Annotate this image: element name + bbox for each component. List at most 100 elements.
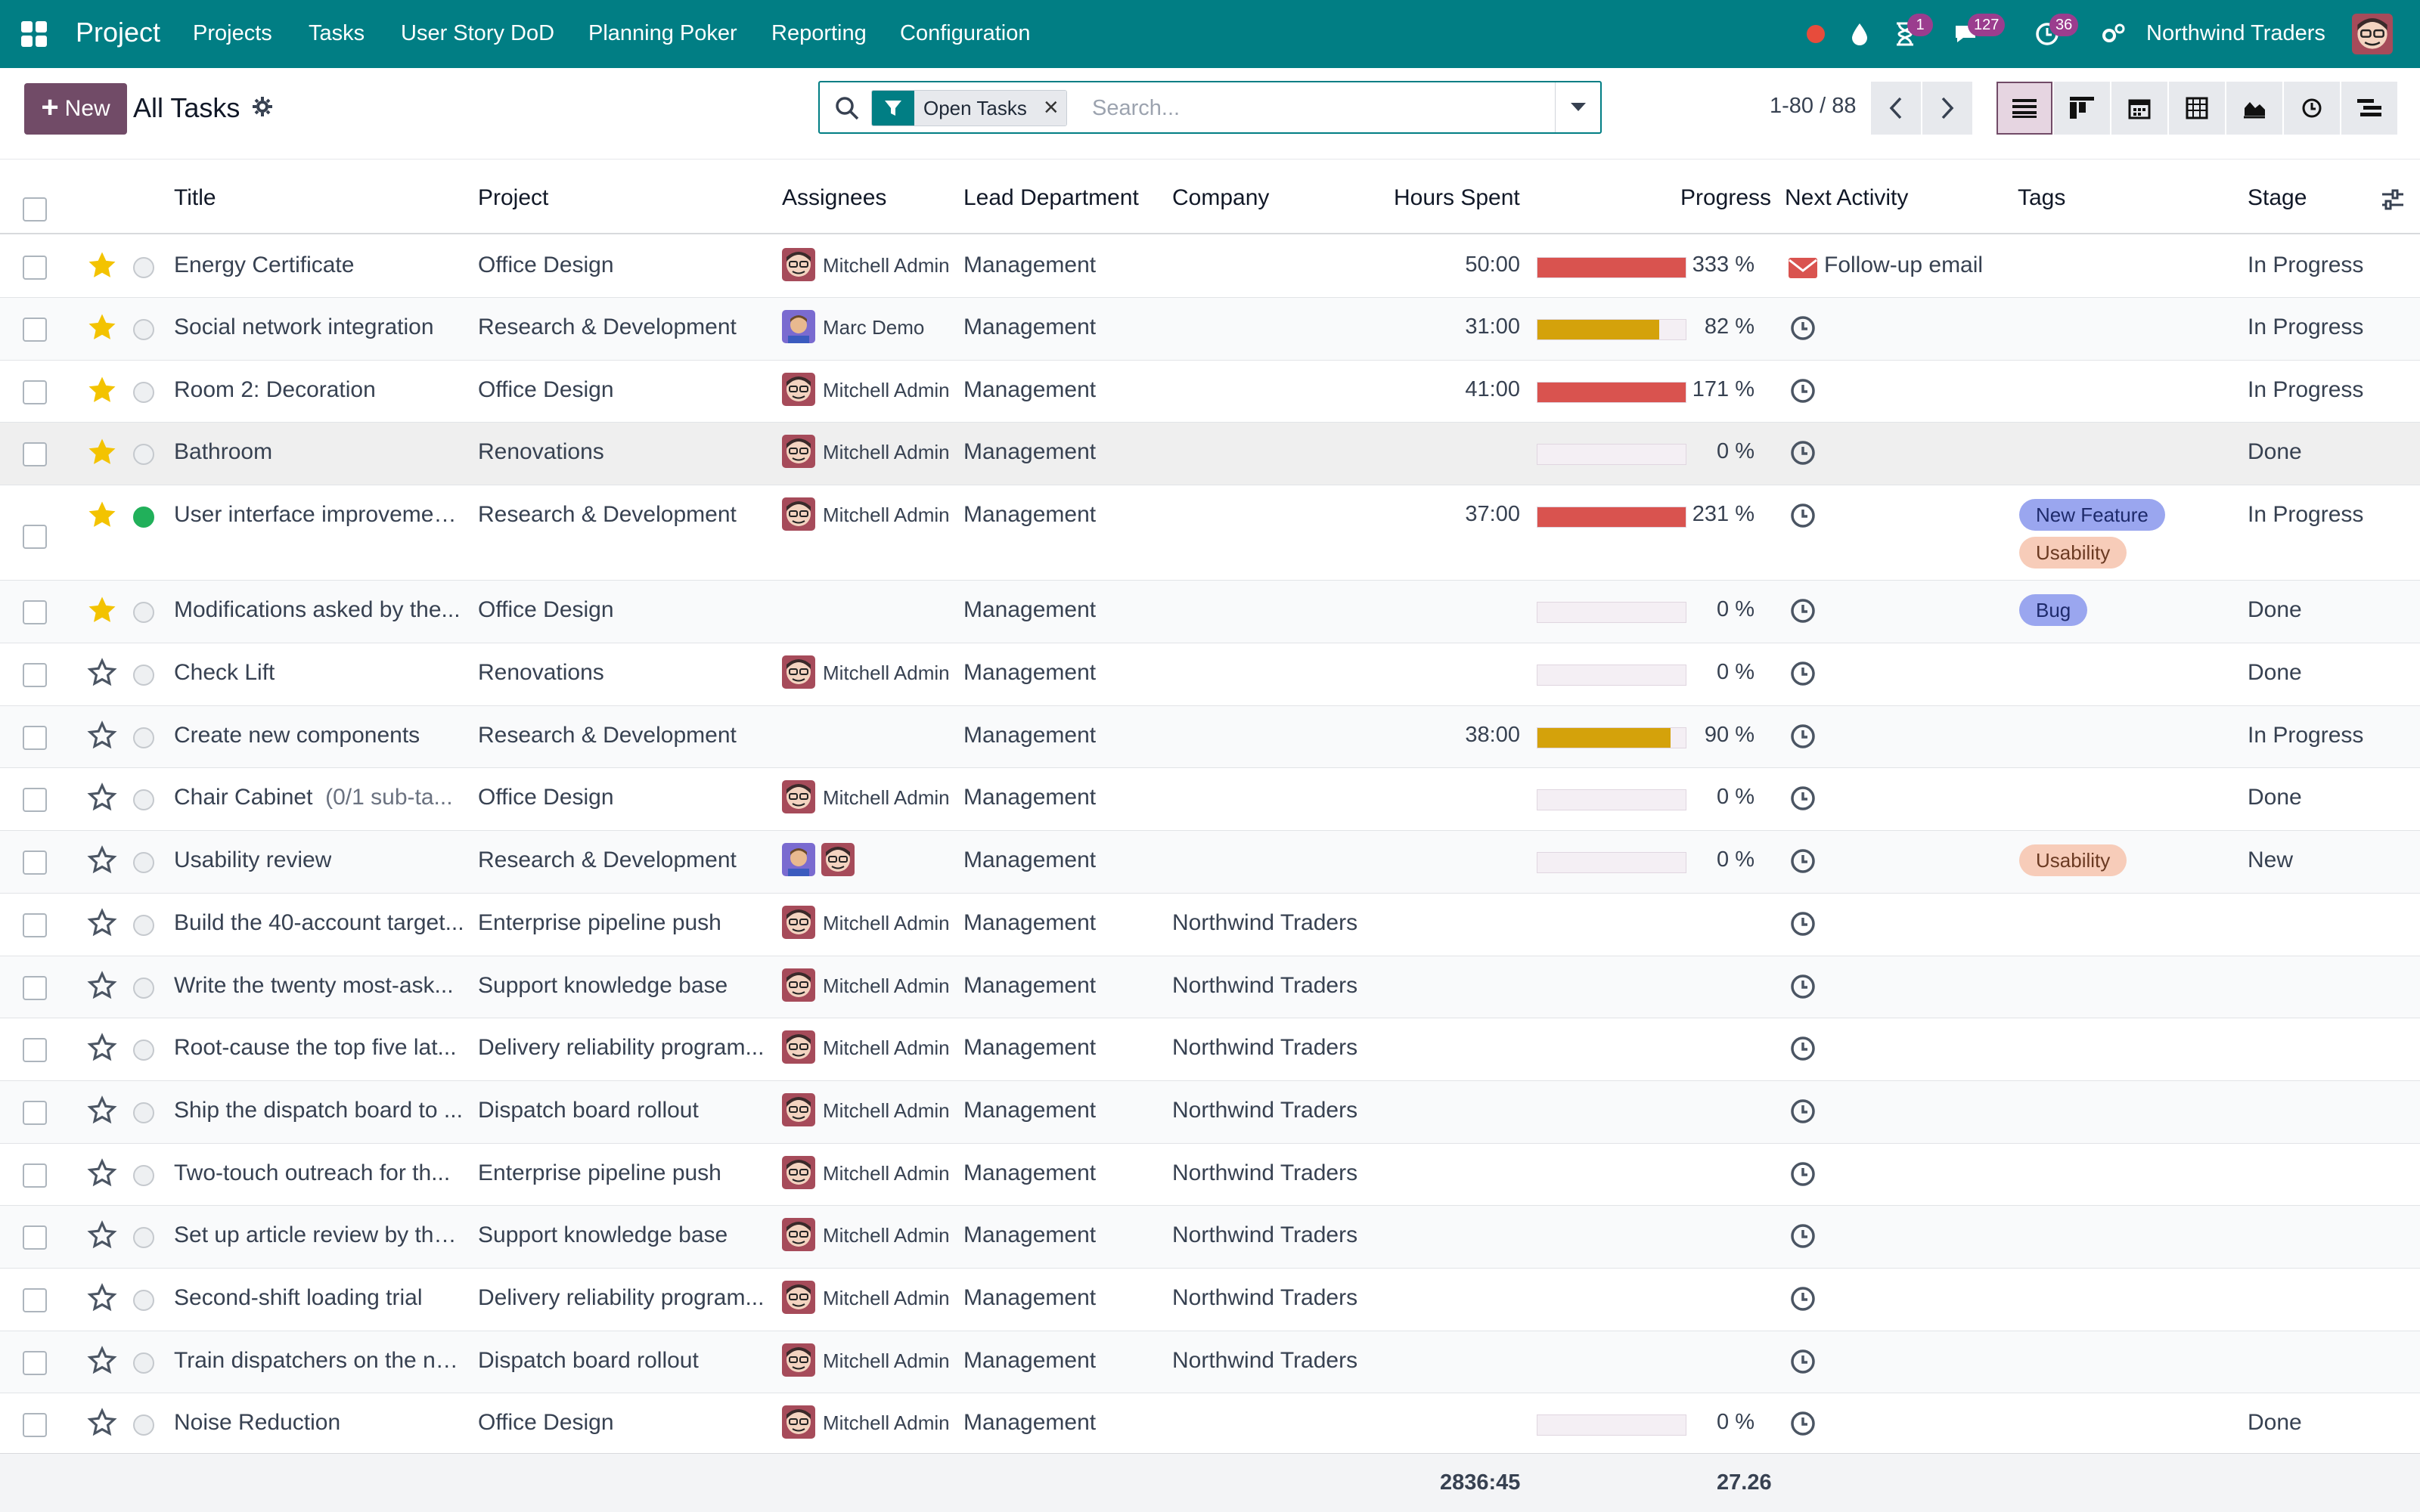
avatar[interactable] xyxy=(782,373,815,406)
task-project[interactable]: Delivery reliability program... xyxy=(478,1285,764,1311)
table-row[interactable]: Social network integration Research & Dev… xyxy=(0,298,2420,361)
task-project[interactable]: Research & Development xyxy=(478,314,737,340)
activity-clock-icon[interactable] xyxy=(1789,785,1817,812)
row-checkbox[interactable] xyxy=(23,380,47,404)
search-icon[interactable] xyxy=(833,94,861,122)
app-name[interactable]: Project xyxy=(76,17,160,48)
kanban-state-dot[interactable] xyxy=(133,1414,154,1436)
activity-clock-icon[interactable] xyxy=(1789,1348,1817,1375)
avatar[interactable] xyxy=(782,248,815,281)
kanban-state-dot[interactable] xyxy=(133,978,154,999)
task-project[interactable]: Support knowledge base xyxy=(478,1222,728,1248)
user-avatar[interactable] xyxy=(2352,14,2393,54)
row-checkbox[interactable] xyxy=(23,663,47,687)
row-checkbox[interactable] xyxy=(23,600,47,624)
table-row[interactable]: Train dispatchers on the ne... Dispatch b… xyxy=(0,1331,2420,1393)
row-checkbox[interactable] xyxy=(23,726,47,750)
row-checkbox[interactable] xyxy=(23,1288,47,1312)
kanban-state-dot[interactable] xyxy=(133,1040,154,1061)
avatar[interactable] xyxy=(782,1281,815,1314)
avatar[interactable] xyxy=(782,843,815,876)
settings-gears-icon[interactable] xyxy=(2099,20,2128,48)
table-row[interactable]: Noise Reduction Office Design Mitchell Adm… xyxy=(0,1393,2420,1456)
activity-clock-icon[interactable] xyxy=(1789,910,1817,937)
avatar[interactable] xyxy=(782,1405,815,1439)
menu-tasks[interactable]: Tasks xyxy=(309,21,365,46)
column-next-activity[interactable]: Next Activity xyxy=(1785,185,1908,211)
app-menu-icon[interactable] xyxy=(21,21,47,47)
avatar[interactable] xyxy=(782,497,815,531)
column-project[interactable]: Project xyxy=(478,185,548,211)
clock-activity-icon[interactable]: 36 xyxy=(2033,14,2079,48)
activity-clock-icon[interactable] xyxy=(1789,1410,1817,1437)
search-input[interactable] xyxy=(1092,90,1531,126)
kanban-state-dot[interactable] xyxy=(133,1352,154,1374)
table-row[interactable]: Write the twenty most-ask... Support know… xyxy=(0,956,2420,1018)
table-row[interactable]: Root-cause the top five lat... Delivery r… xyxy=(0,1018,2420,1081)
activity-clock-icon[interactable] xyxy=(1789,1285,1817,1312)
kanban-state-dot[interactable] xyxy=(133,789,154,810)
facet-remove-icon[interactable]: × xyxy=(1035,91,1066,125)
star-outline-icon[interactable] xyxy=(86,1095,118,1126)
star-outline-icon[interactable] xyxy=(86,1282,118,1314)
table-row[interactable]: Check Lift Renovations Mitchell Admin Manag… xyxy=(0,643,2420,706)
row-checkbox[interactable] xyxy=(23,1225,47,1250)
company-switcher[interactable]: Northwind Traders xyxy=(2146,21,2325,46)
star-outline-icon[interactable] xyxy=(86,1407,118,1439)
menu-user-story-dod[interactable]: User Story DoD xyxy=(401,21,554,46)
view-list-button[interactable] xyxy=(1996,82,2052,135)
menu-configuration[interactable]: Configuration xyxy=(900,21,1031,46)
table-row[interactable]: Create new components Research & Developm… xyxy=(0,706,2420,768)
row-checkbox[interactable] xyxy=(23,1413,47,1437)
kanban-state-dot[interactable] xyxy=(133,1290,154,1311)
row-checkbox[interactable] xyxy=(23,788,47,812)
task-project[interactable]: Research & Development xyxy=(478,847,737,873)
next-activity[interactable]: Follow-up email xyxy=(1824,253,1983,278)
task-project[interactable]: Office Design xyxy=(478,253,614,278)
task-project[interactable]: Dispatch board rollout xyxy=(478,1098,699,1123)
row-checkbox[interactable] xyxy=(23,913,47,937)
menu-projects[interactable]: Projects xyxy=(193,21,272,46)
table-row[interactable]: Second-shift loading trial Delivery relia… xyxy=(0,1269,2420,1331)
task-project[interactable]: Office Design xyxy=(478,377,614,403)
star-outline-icon[interactable] xyxy=(86,1032,118,1064)
table-row[interactable]: Set up article review by the... Support k… xyxy=(0,1206,2420,1269)
task-project[interactable]: Dispatch board rollout xyxy=(478,1348,699,1374)
activity-clock-icon[interactable] xyxy=(1789,973,1817,1000)
email-icon[interactable] xyxy=(1788,256,1818,286)
task-project[interactable]: Office Design xyxy=(478,597,614,623)
kanban-state-dot[interactable] xyxy=(133,915,154,936)
drop-icon[interactable] xyxy=(1845,20,1874,48)
star-outline-icon[interactable] xyxy=(86,1345,118,1377)
menu-reporting[interactable]: Reporting xyxy=(771,21,867,46)
star-outline-icon[interactable] xyxy=(86,720,118,751)
gear-icon[interactable] xyxy=(251,95,274,118)
row-checkbox[interactable] xyxy=(23,318,47,342)
table-row[interactable]: Ship the dispatch board to ... Dispatch b… xyxy=(0,1081,2420,1144)
activity-clock-icon[interactable] xyxy=(1789,847,1817,875)
row-checkbox[interactable] xyxy=(23,1163,47,1188)
optional-columns-icon[interactable] xyxy=(2381,188,2405,217)
column-company[interactable]: Company xyxy=(1172,185,1269,211)
avatar[interactable] xyxy=(782,1218,815,1251)
activity-clock-icon[interactable] xyxy=(1789,723,1817,750)
task-project[interactable]: Office Design xyxy=(478,1410,614,1436)
kanban-state-dot[interactable] xyxy=(133,257,154,278)
task-project[interactable]: Enterprise pipeline push xyxy=(478,1160,721,1186)
star-outline-icon[interactable] xyxy=(86,907,118,939)
star-filled-icon[interactable] xyxy=(86,311,118,343)
kanban-state-dot[interactable] xyxy=(133,444,154,465)
recording-icon[interactable] xyxy=(1801,20,1830,48)
row-checkbox[interactable] xyxy=(23,1038,47,1062)
avatar[interactable] xyxy=(782,310,815,343)
activity-clock-icon[interactable] xyxy=(1789,377,1817,404)
view-activity-button[interactable] xyxy=(2284,82,2340,135)
star-outline-icon[interactable] xyxy=(86,970,118,1002)
star-filled-icon[interactable] xyxy=(86,594,118,626)
table-row[interactable]: Room 2: Decoration Office Design Mitchell … xyxy=(0,361,2420,423)
view-gantt-button[interactable] xyxy=(2341,82,2397,135)
column-lead-department[interactable]: Lead Department xyxy=(963,185,1139,211)
star-outline-icon[interactable] xyxy=(86,657,118,689)
avatar[interactable] xyxy=(782,1030,815,1064)
row-checkbox[interactable] xyxy=(23,1101,47,1125)
